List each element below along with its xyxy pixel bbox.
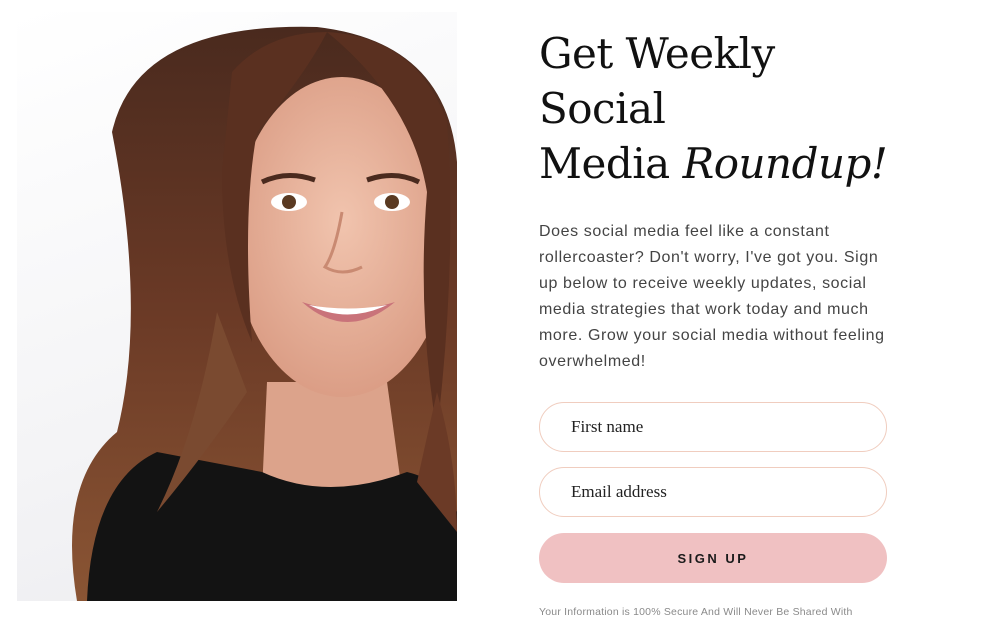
headline-line-1: Get Weekly Social [539, 29, 775, 133]
newsletter-signup-section: Get Weekly Social Media Roundup! Does so… [0, 0, 1001, 619]
signup-form-column: Get Weekly Social Media Roundup! Does so… [539, 26, 889, 619]
first-name-field[interactable] [539, 402, 887, 452]
privacy-disclaimer: Your Information is 100% Secure And Will… [539, 606, 853, 618]
portrait-photo [17, 12, 457, 601]
email-field[interactable] [539, 467, 887, 517]
sign-up-button[interactable]: SIGN UP [539, 533, 887, 583]
headline-line-2: Media [539, 139, 683, 188]
page-title: Get Weekly Social Media Roundup! [539, 26, 889, 191]
headline-italic: Roundup! [682, 139, 888, 188]
intro-text: Does social media feel like a constant r… [539, 223, 885, 370]
